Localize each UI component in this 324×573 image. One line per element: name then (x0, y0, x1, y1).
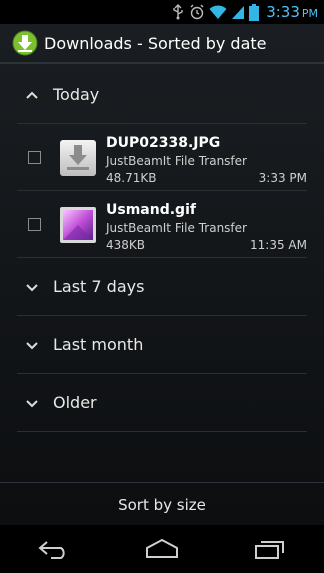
action-bar: Downloads - Sorted by date (0, 24, 324, 64)
file-size: 48.71KB (106, 171, 157, 185)
group-label: Last month (53, 335, 144, 354)
chevron-down-icon (26, 283, 38, 291)
alarm-icon (189, 4, 205, 20)
file-name: DUP02338.JPG (106, 135, 221, 151)
group-label: Today (53, 85, 100, 104)
navigation-bar (0, 525, 324, 573)
file-time: 3:33 PM (258, 171, 307, 185)
wifi-icon (209, 4, 227, 20)
list-item[interactable]: DUP02338.JPG JustBeamIt File Transfer 48… (17, 124, 307, 191)
signal-icon (231, 5, 245, 20)
back-button[interactable] (31, 533, 77, 565)
select-checkbox[interactable] (28, 151, 41, 164)
download-file-icon (60, 140, 96, 176)
group-header-older[interactable]: Older (17, 374, 307, 432)
image-gallery-icon (60, 207, 96, 243)
select-checkbox[interactable] (28, 218, 41, 231)
recent-apps-button[interactable] (247, 533, 293, 565)
group-header-last-7-days[interactable]: Last 7 days (17, 258, 307, 316)
group-label: Last 7 days (53, 277, 145, 296)
downloads-list: Today DUP02338.JPG JustBeamIt File Trans… (0, 66, 324, 432)
file-source: JustBeamIt File Transfer (106, 154, 247, 168)
chevron-down-icon (26, 399, 38, 407)
chevron-down-icon (26, 341, 38, 349)
group-header-today[interactable]: Today (17, 66, 307, 124)
back-icon (38, 541, 65, 559)
home-button[interactable] (139, 533, 185, 565)
sort-by-size-button[interactable]: Sort by size (118, 496, 206, 514)
recent-apps-icon (255, 541, 284, 559)
status-bar: 3:33 PM (0, 0, 324, 24)
file-size: 438KB (106, 238, 146, 252)
list-item[interactable]: Usmand.gif JustBeamIt File Transfer 438K… (17, 191, 307, 258)
chevron-up-icon (26, 91, 38, 99)
file-source: JustBeamIt File Transfer (106, 221, 247, 235)
group-label: Older (53, 393, 97, 412)
file-name: Usmand.gif (106, 202, 196, 218)
status-clock: 3:33 PM (266, 3, 318, 21)
page-title: Downloads - Sorted by date (44, 33, 267, 53)
usb-icon (171, 4, 185, 20)
file-time: 11:35 AM (250, 238, 307, 252)
home-icon (146, 538, 178, 558)
battery-icon (249, 3, 260, 21)
download-arrow-icon[interactable] (12, 30, 38, 56)
group-header-last-month[interactable]: Last month (17, 316, 307, 374)
sort-bar: Sort by size (0, 482, 324, 526)
downloads-app: Downloads - Sorted by date Today DUP0233… (0, 24, 324, 525)
